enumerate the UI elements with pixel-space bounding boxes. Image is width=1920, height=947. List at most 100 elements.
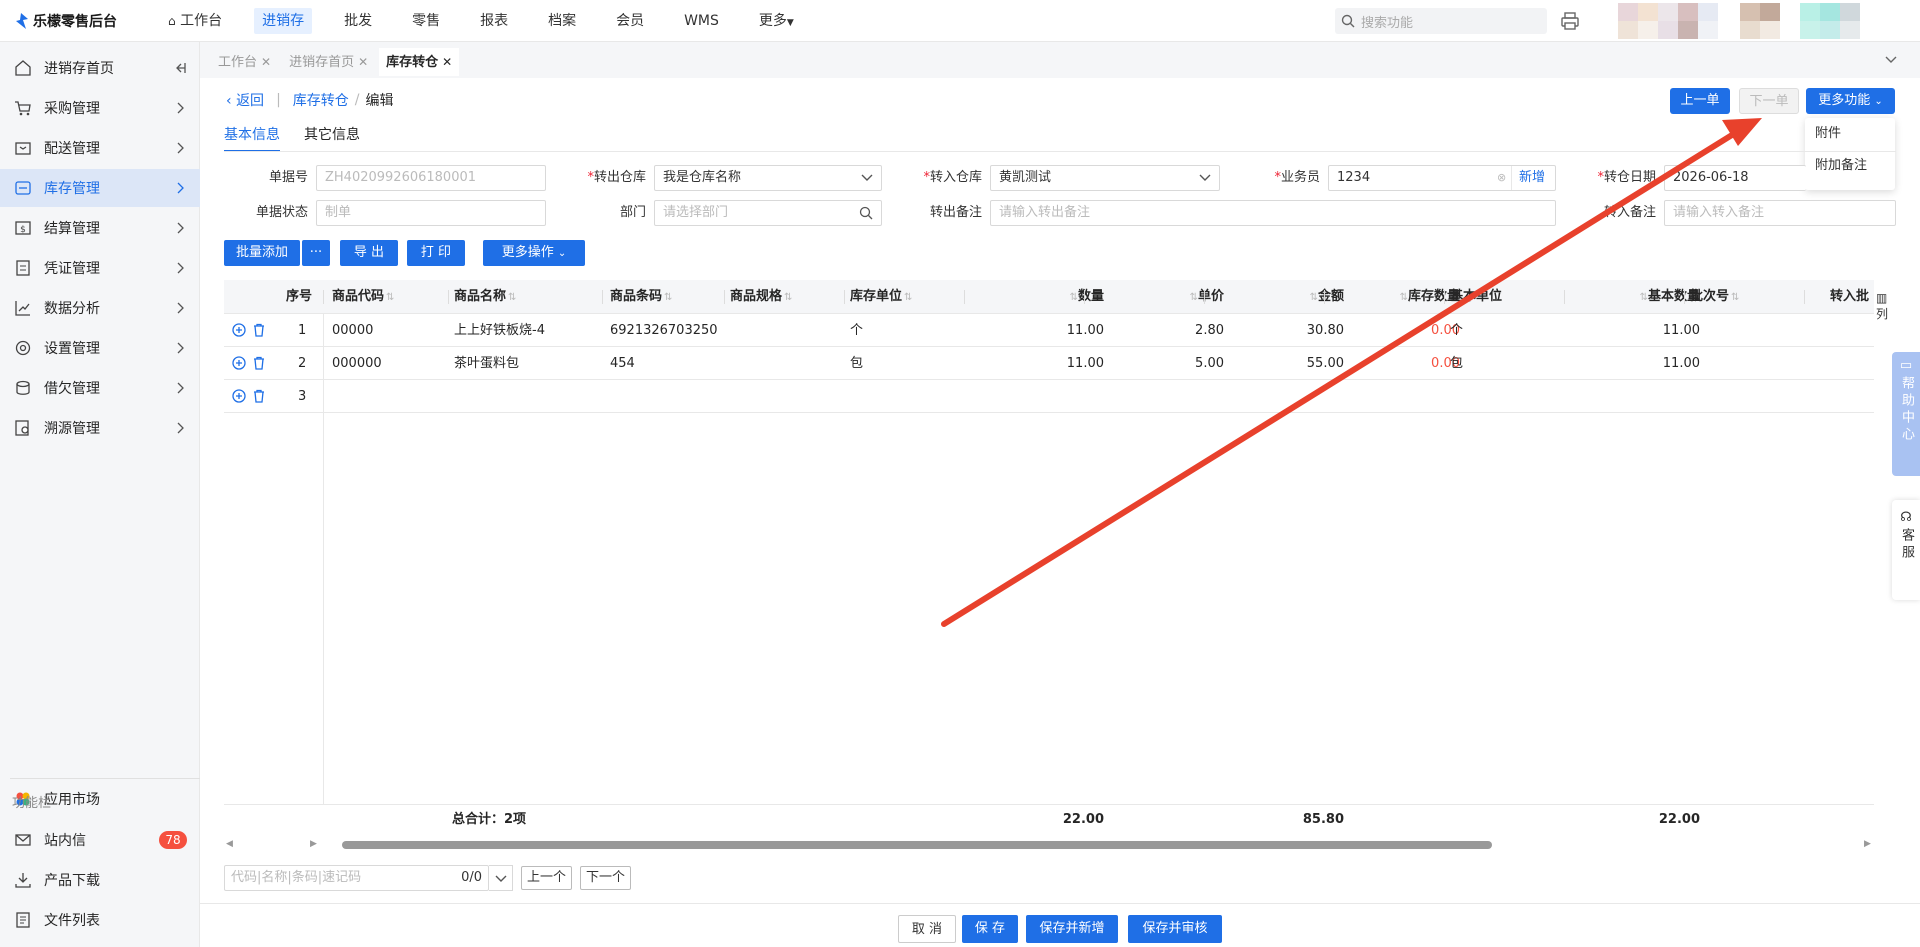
help-center-button[interactable]: ▭ 帮助中心 (1892, 352, 1920, 476)
add-row-icon[interactable] (232, 323, 246, 337)
batch-add-more-button[interactable]: ··· (302, 240, 330, 266)
col-in-batch[interactable]: 转入批 (1830, 280, 1874, 314)
topnav-inventory[interactable]: 进销存 (254, 8, 313, 34)
topnav-more[interactable]: 更多▼ (751, 8, 802, 34)
status-field[interactable]: 制单 (316, 200, 546, 226)
col-name[interactable]: 商品名称 ⇅ (454, 280, 516, 314)
sidebar-item-settlement[interactable]: $ 结算管理 (0, 209, 200, 247)
table-row[interactable]: 2 000000 茶叶蛋料包 454 包 11.00 5.00 55.00 0.… (224, 347, 1874, 380)
col-barcode[interactable]: 商品条码 ⇅ (610, 280, 672, 314)
topnav-wholesale[interactable]: 批发 (336, 8, 380, 34)
col-stock-qty[interactable]: ⇅库存数量 (1364, 280, 1460, 314)
clear-icon[interactable]: ⊗ (1497, 166, 1506, 190)
back-link[interactable]: ‹ 返回 (226, 90, 264, 110)
col-batch[interactable]: 批次号 ⇅ (1690, 280, 1739, 314)
sidebar-item-debt[interactable]: 借欠管理 (0, 369, 200, 407)
topnav-reports[interactable]: 报表 (472, 8, 516, 34)
table-row[interactable]: 3 (224, 380, 1874, 413)
topnav-members[interactable]: 会员 (608, 8, 652, 34)
page-tab-workbench[interactable]: 工作台 ✕ (211, 48, 278, 76)
sidebar-item-delivery[interactable]: 配送管理 (0, 129, 200, 167)
sidebar-item-files[interactable]: 文件列表 (0, 901, 200, 939)
chevron-down-icon[interactable] (1884, 54, 1898, 66)
add-row-icon[interactable] (232, 389, 246, 403)
doc-no-field[interactable]: ZH4020992606180001 (316, 165, 546, 191)
more-operations-button[interactable]: 更多操作 ⌄ (483, 240, 585, 266)
col-amount[interactable]: ⇅金额 (1270, 280, 1344, 314)
breadcrumb-parent[interactable]: 库存转仓 (293, 90, 349, 110)
cell-amount[interactable]: 55.00 (1264, 347, 1344, 380)
export-button[interactable]: 导 出 (340, 240, 398, 266)
scroll-left-icon[interactable]: ◀ (226, 839, 233, 849)
sidebar-item-voucher[interactable]: 凭证管理 (0, 249, 200, 287)
save-and-audit-button[interactable]: 保存并审核 (1128, 915, 1222, 943)
in-note-field[interactable]: 请输入转入备注 (1664, 200, 1896, 226)
cell-code[interactable]: 00000 (332, 314, 373, 347)
out-warehouse-select[interactable]: 我是仓库名称 (654, 165, 882, 191)
cell-barcode[interactable]: 6921326703250 (610, 314, 718, 347)
avatar[interactable] (1618, 3, 1738, 39)
topnav-retail[interactable]: 零售 (404, 8, 448, 34)
cell-qty[interactable]: 11.00 (1024, 347, 1104, 380)
col-code[interactable]: 商品代码 ⇅ (332, 280, 394, 314)
col-spec[interactable]: 商品规格 ⇅ (730, 280, 792, 314)
cell-price[interactable]: 5.00 (1144, 347, 1224, 380)
sidebar-item-trace[interactable]: 溯源管理 (0, 409, 200, 447)
menu-item-extra-note[interactable]: 附加备注 (1805, 150, 1895, 182)
collapse-sidebar-icon[interactable] (174, 61, 186, 75)
in-warehouse-select[interactable]: 黄凯测试 (990, 165, 1220, 191)
sidebar-item-home[interactable]: 进销存首页 (0, 49, 200, 87)
col-price[interactable]: ⇅单价 (1150, 280, 1224, 314)
date-field[interactable]: 2026-06-18 (1664, 165, 1806, 191)
prev-record-button[interactable]: 上一单 (1670, 88, 1730, 114)
column-settings-button[interactable]: ▥ 列 (1876, 290, 1890, 330)
sidebar-item-settings[interactable]: 设置管理 (0, 329, 200, 367)
cell-unit[interactable]: 包 (850, 347, 863, 380)
tab-basic-info[interactable]: 基本信息 (224, 124, 280, 152)
cell-name[interactable]: 茶叶蛋料包 (454, 347, 519, 380)
customer-service-button[interactable]: ☊ 客服 (1892, 500, 1920, 600)
col-base-unit[interactable]: 基本单位 (1450, 280, 1502, 314)
cell-price[interactable]: 2.80 (1144, 314, 1224, 347)
cell-qty[interactable]: 11.00 (1024, 314, 1104, 347)
find-input[interactable]: 代码|名称|条码|速记码 0/0 (224, 865, 489, 891)
printer-icon[interactable] (1560, 11, 1580, 31)
col-stock-unit[interactable]: 库存单位 ⇅ (850, 280, 912, 314)
close-icon[interactable]: ✕ (261, 55, 271, 69)
table-row[interactable]: 1 00000 上上好铁板烧-4 6921326703250 个 11.00 2… (224, 314, 1874, 347)
close-icon[interactable]: ✕ (358, 55, 368, 69)
out-note-field[interactable]: 请输入转出备注 (990, 200, 1556, 226)
delete-row-icon[interactable] (252, 356, 266, 370)
user-info[interactable] (1740, 3, 1920, 39)
print-button[interactable]: 打 印 (407, 240, 465, 266)
delete-row-icon[interactable] (252, 323, 266, 337)
find-next-button[interactable]: 下一个 (580, 866, 632, 890)
sidebar-item-inbox[interactable]: 站内信 78 (0, 821, 200, 859)
more-functions-button[interactable]: 更多功能 ⌄ (1806, 88, 1895, 114)
find-prev-button[interactable]: 上一个 (521, 866, 573, 890)
sidebar-item-purchase[interactable]: 采购管理 (0, 89, 200, 127)
tab-other-info[interactable]: 其它信息 (304, 124, 360, 152)
sidebar-item-analytics[interactable]: 数据分析 (0, 289, 200, 327)
find-options-select[interactable] (489, 865, 513, 891)
close-icon[interactable]: ✕ (442, 55, 452, 69)
menu-item-attachment[interactable]: 附件 (1805, 118, 1895, 150)
col-base-qty[interactable]: ⇅基本数量 (1604, 280, 1700, 314)
page-tab-stock-transfer[interactable]: 库存转仓 ✕ (379, 48, 460, 76)
add-row-icon[interactable] (232, 356, 246, 370)
delete-row-icon[interactable] (252, 389, 266, 403)
scroll-right-icon[interactable]: ▶ (310, 839, 317, 849)
dept-select[interactable]: 请选择部门 (654, 200, 882, 226)
topnav-workbench[interactable]: ⌂ 工作台 (160, 8, 230, 34)
cell-name[interactable]: 上上好铁板烧-4 (454, 314, 545, 347)
sidebar-item-download[interactable]: 产品下载 (0, 861, 200, 899)
save-and-new-button[interactable]: 保存并新增 (1026, 915, 1118, 943)
cancel-button[interactable]: 取 消 (898, 915, 956, 943)
cell-code[interactable]: 000000 (332, 347, 382, 380)
brand-logo[interactable]: 乐檬零售后台 (14, 10, 117, 32)
search-input[interactable]: 搜索功能 (1335, 8, 1547, 34)
cell-barcode[interactable]: 454 (610, 347, 635, 380)
scroll-right-icon[interactable]: ▶ (1864, 839, 1871, 849)
sidebar-item-inventory[interactable]: 库存管理 (0, 169, 200, 207)
save-button[interactable]: 保 存 (962, 915, 1018, 943)
